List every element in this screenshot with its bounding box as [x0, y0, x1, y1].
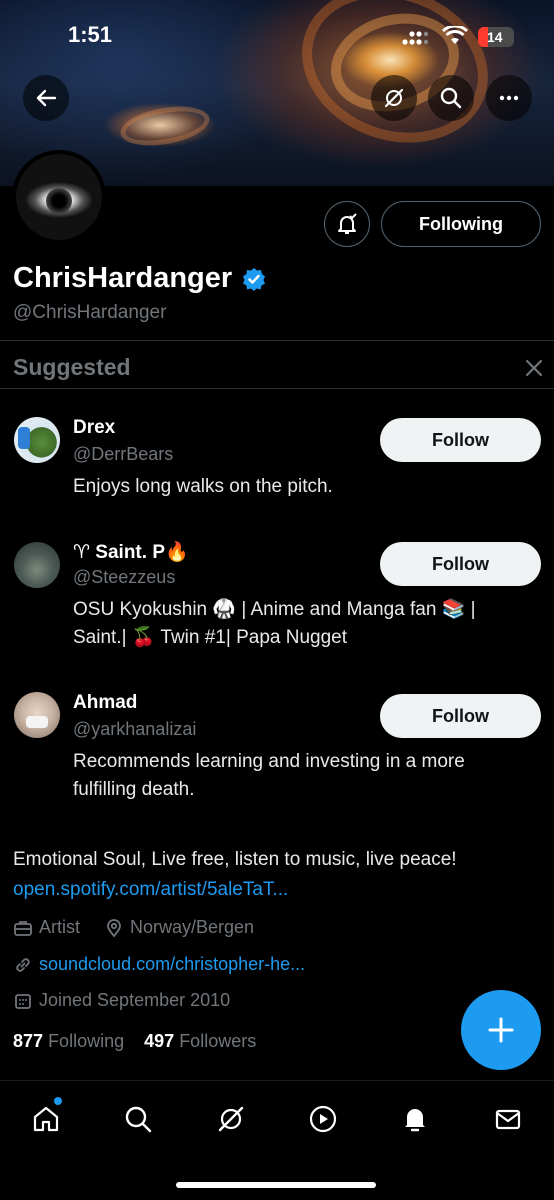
- more-dots-icon: [499, 95, 519, 101]
- compose-post-button[interactable]: [461, 990, 541, 1070]
- follow-button[interactable]: Follow: [380, 694, 541, 738]
- follow-counts: 877 Following 497 Followers: [13, 1031, 256, 1052]
- bell-icon: [405, 1109, 425, 1132]
- verified-badge-icon[interactable]: [242, 267, 266, 291]
- suggested-name[interactable]: ♈ Saint. P🔥: [73, 540, 189, 564]
- battery-level: 14: [487, 29, 503, 45]
- suggested-handle: @Steezzeus: [73, 567, 176, 587]
- following-count: 877: [13, 1031, 44, 1051]
- suggested-name[interactable]: Ahmad: [73, 692, 137, 714]
- search-icon: [440, 87, 462, 109]
- link-icon: [16, 957, 30, 972]
- category-text: Artist: [39, 917, 81, 937]
- profile-location: Norway/Bergen: [104, 917, 254, 938]
- grok-icon: [384, 88, 404, 108]
- following-count-link[interactable]: 877 Following: [13, 1031, 124, 1051]
- calendar-icon: [15, 993, 31, 1009]
- plus-icon: [488, 1017, 514, 1043]
- battery-indicator: 14: [478, 27, 514, 47]
- status-bar: 1:51 14: [0, 0, 554, 70]
- followers-count-link[interactable]: 497 Followers: [144, 1031, 256, 1051]
- status-time: 1:51: [68, 22, 113, 47]
- search-icon: [125, 1106, 152, 1133]
- tab-notifications[interactable]: [395, 1099, 435, 1139]
- follow-button[interactable]: Follow: [380, 418, 541, 462]
- cellular-signal-icon: [402, 31, 428, 45]
- notifications-subscribe-button[interactable]: [324, 201, 370, 247]
- tab-video[interactable]: [303, 1099, 343, 1139]
- envelope-icon: [495, 1109, 521, 1130]
- profile-handle: @ChrisHardanger: [13, 302, 167, 323]
- profile-category: Artist: [13, 917, 80, 938]
- profile-website[interactable]: soundcloud.com/christopher-he...: [13, 954, 305, 975]
- grok-button[interactable]: [371, 75, 417, 121]
- profile-bio: Emotional Soul, Live free, listen to mus…: [13, 849, 457, 870]
- follow-button[interactable]: Follow: [380, 542, 541, 586]
- suggested-handle: @DerrBears: [73, 444, 174, 464]
- suggested-title: Suggested: [13, 354, 131, 380]
- more-options-button[interactable]: [486, 75, 532, 121]
- bio-link[interactable]: open.spotify.com/artist/5aleTaT...: [13, 879, 288, 901]
- profile-joined: Joined September 2010: [13, 990, 230, 1011]
- suggested-bio: OSU Kyokushin 🥋 | Anime and Manga fan 📚 …: [73, 599, 476, 648]
- home-notification-dot: [54, 1097, 62, 1105]
- tab-messages[interactable]: [488, 1099, 528, 1139]
- back-arrow-icon: [36, 89, 57, 107]
- bell-check-icon: [338, 213, 357, 234]
- joined-text: Joined September 2010: [39, 990, 231, 1010]
- briefcase-icon: [14, 920, 32, 936]
- profile-name-row: ChrisHardanger: [13, 262, 266, 295]
- tab-grok[interactable]: [211, 1099, 251, 1139]
- home-indicator: [176, 1182, 376, 1188]
- following-label: Following: [48, 1031, 125, 1051]
- suggested-bio: Recommends learning and investing in a m…: [73, 751, 465, 800]
- website-link[interactable]: soundcloud.com/christopher-he...: [39, 954, 305, 975]
- suggested-avatar[interactable]: [14, 692, 60, 738]
- search-profile-button[interactable]: [428, 75, 474, 121]
- suggested-name[interactable]: Drex: [73, 417, 115, 439]
- display-name: ChrisHardanger: [13, 262, 233, 294]
- back-button[interactable]: [23, 75, 69, 121]
- suggested-avatar[interactable]: [14, 542, 60, 588]
- video-play-icon: [309, 1105, 337, 1133]
- suggested-avatar[interactable]: [14, 417, 60, 463]
- divider: [0, 388, 554, 389]
- suggested-handle: @yarkhanalizai: [73, 719, 197, 739]
- tab-search[interactable]: [118, 1099, 158, 1139]
- followers-count: 497: [144, 1031, 175, 1051]
- grok-icon: [218, 1106, 244, 1132]
- profile-avatar[interactable]: [12, 150, 106, 244]
- divider: [0, 340, 554, 341]
- followers-label: Followers: [179, 1031, 257, 1051]
- location-pin-icon: [107, 918, 121, 937]
- tab-home[interactable]: [26, 1099, 66, 1139]
- following-button[interactable]: Following: [381, 201, 541, 247]
- home-icon: [33, 1106, 59, 1132]
- close-icon[interactable]: [522, 356, 546, 380]
- suggested-bio: Enjoys long walks on the pitch.: [73, 476, 333, 497]
- location-text: Norway/Bergen: [130, 917, 255, 937]
- wifi-icon: [442, 26, 468, 44]
